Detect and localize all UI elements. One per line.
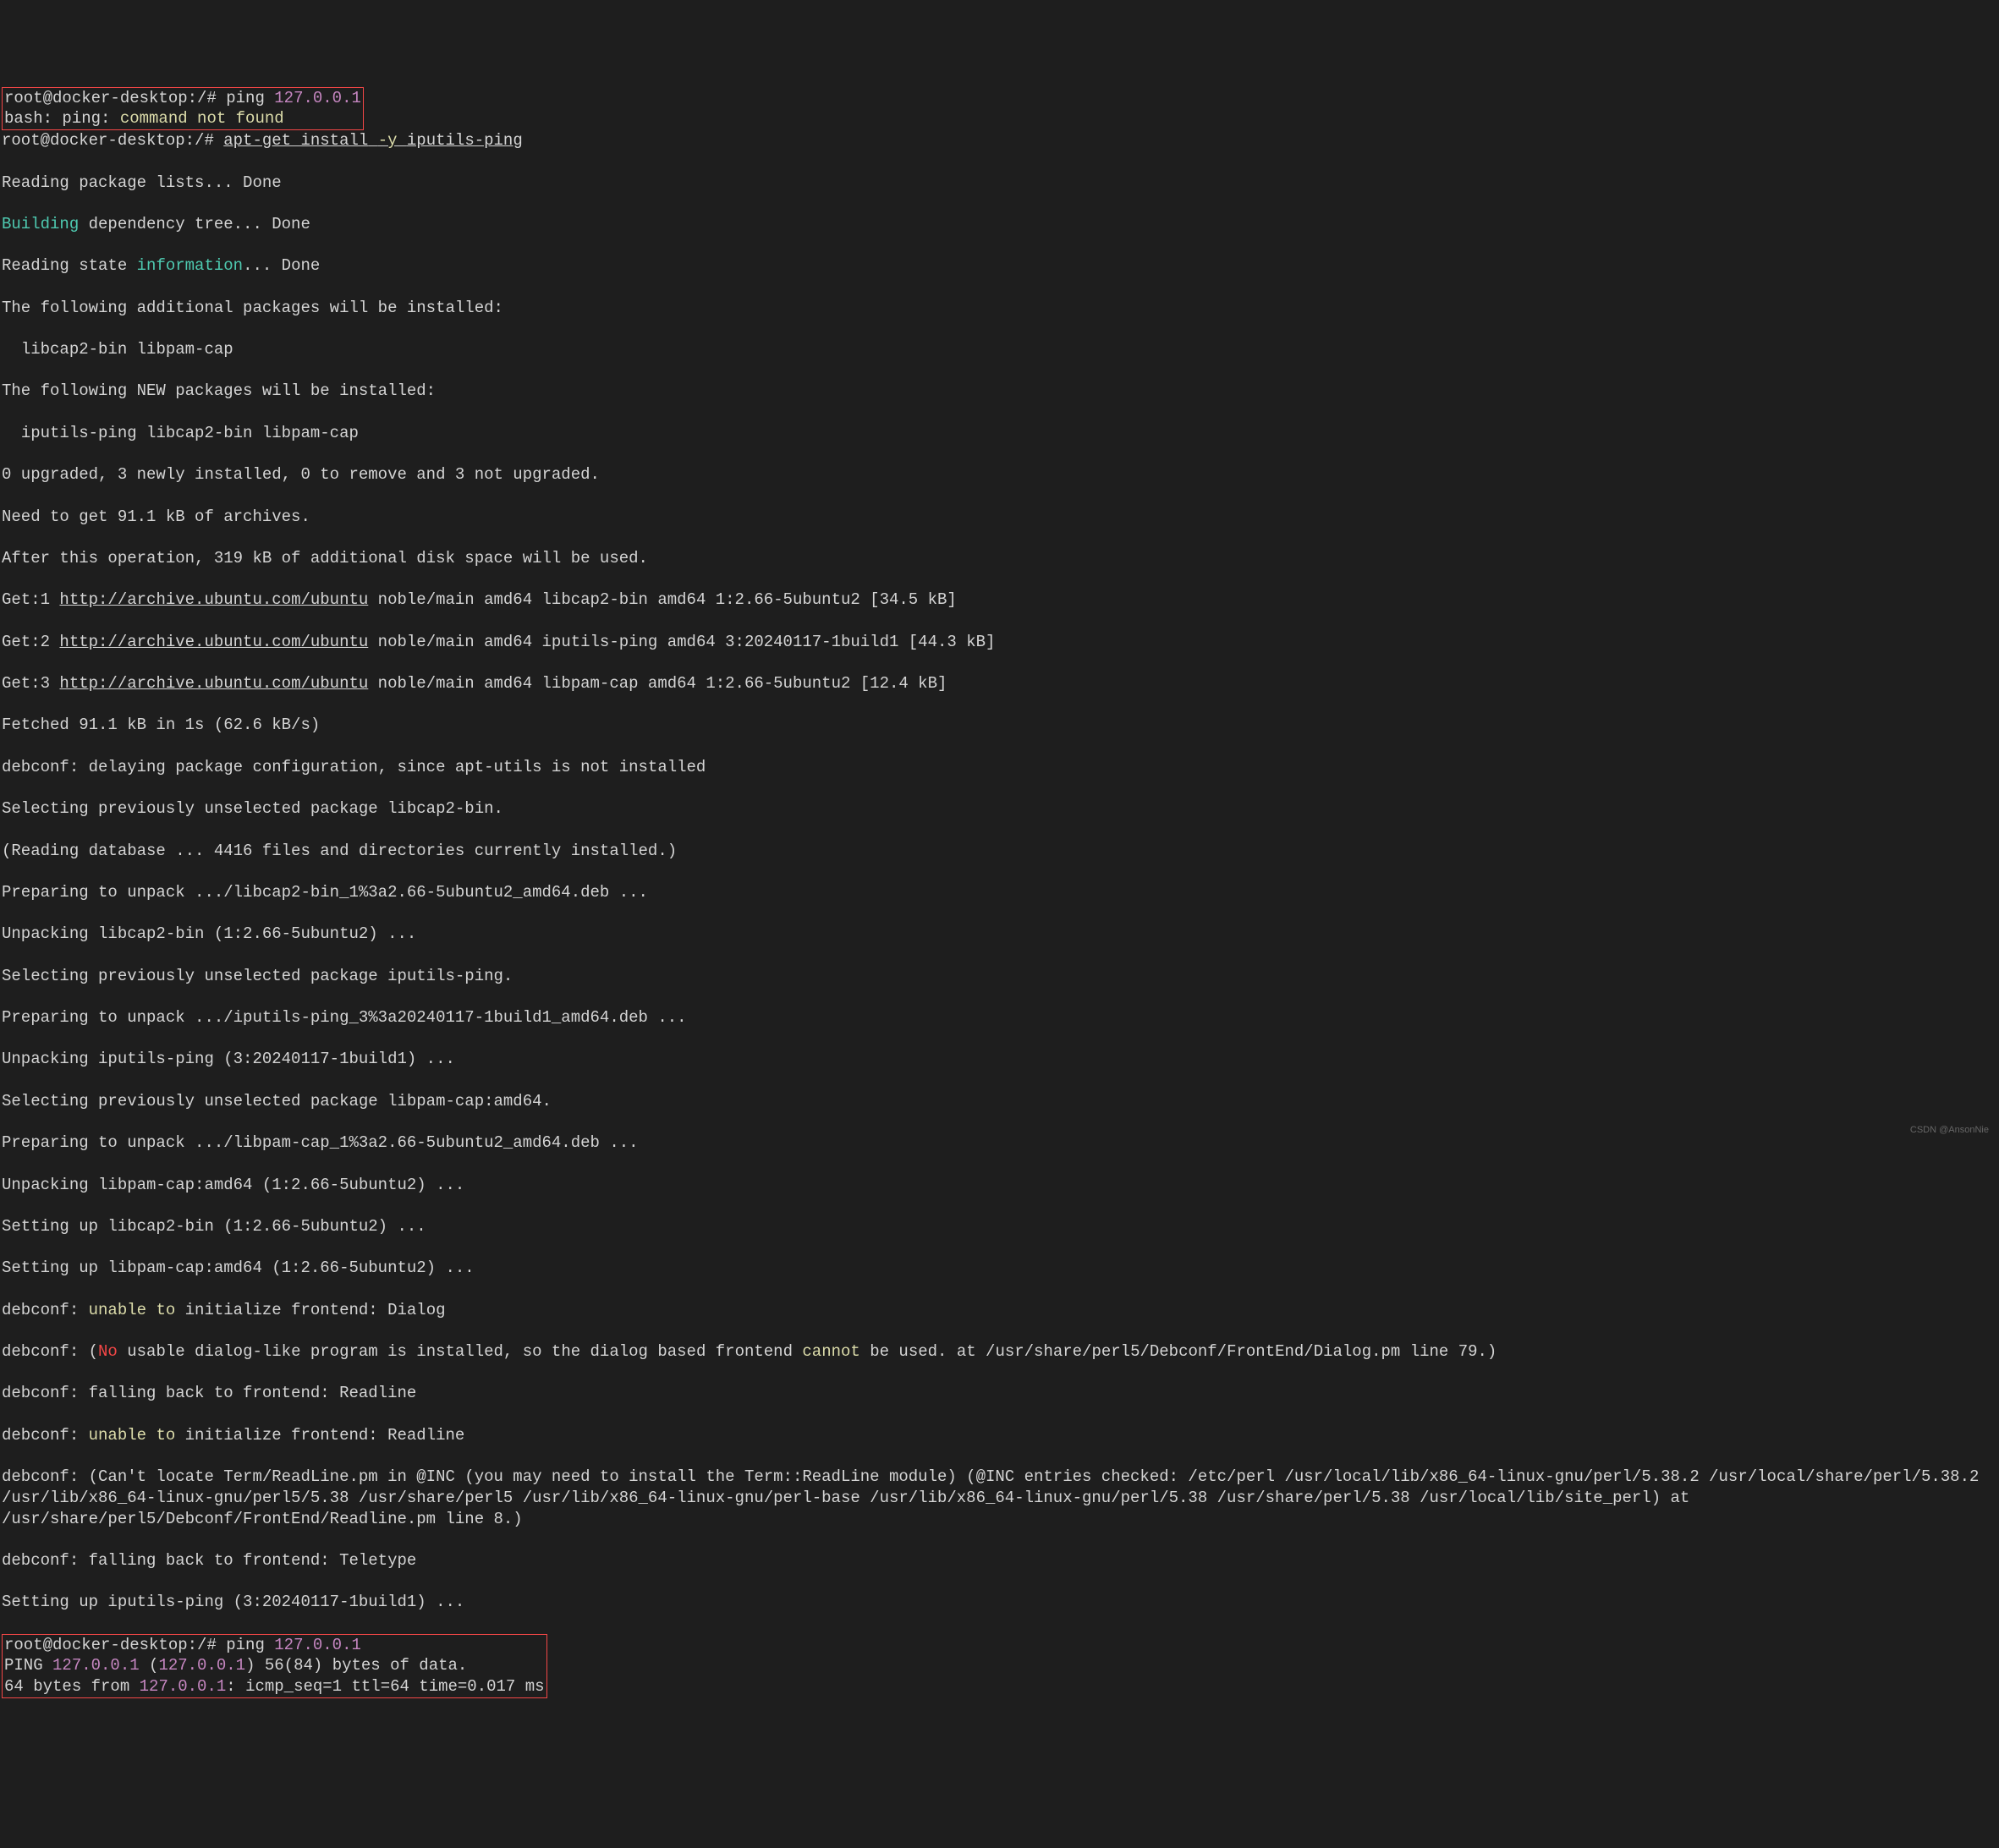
url-link[interactable]: http://archive.ubuntu.com/ubuntu <box>59 633 368 651</box>
output-line: iputils-ping libcap2-bin libpam-cap <box>2 423 1997 444</box>
highlighted-block-1: root@docker-desktop:/# ping 127.0.0.1 bas… <box>2 87 364 130</box>
command: ping <box>226 89 265 107</box>
output-line: Preparing to unpack .../iputils-ping_3%3… <box>2 1007 1997 1028</box>
output-line: Selecting previously unselected package … <box>2 966 1997 987</box>
output-line: Preparing to unpack .../libpam-cap_1%3a2… <box>2 1132 1997 1154</box>
output-line: debconf: falling back to frontend: Telet… <box>2 1550 1997 1571</box>
url-link[interactable]: http://archive.ubuntu.com/ubuntu <box>59 674 368 693</box>
output-line: Unpacking libpam-cap:amd64 (1:2.66-5ubun… <box>2 1175 1997 1196</box>
output-line: (Reading database ... 4416 files and dir… <box>2 841 1997 862</box>
output-line: debconf: delaying package configuration,… <box>2 757 1997 778</box>
output-line: debconf: unable to initialize frontend: … <box>2 1425 1997 1446</box>
output-line: Building dependency tree... Done <box>2 214 1997 235</box>
output-line: debconf: unable to initialize frontend: … <box>2 1300 1997 1321</box>
watermark: CSDN @AnsonNie <box>1910 1124 1989 1136</box>
output-line: Setting up libpam-cap:amd64 (1:2.66-5ubu… <box>2 1258 1997 1279</box>
output-line: Need to get 91.1 kB of archives. <box>2 507 1997 528</box>
output-line: Get:3 http://archive.ubuntu.com/ubuntu n… <box>2 673 1997 694</box>
ip-address: 127.0.0.1 <box>274 89 361 107</box>
output-line: debconf: (Can't locate Term/ReadLine.pm … <box>2 1467 1997 1529</box>
output-line: Setting up iputils-ping (3:20240117-1bui… <box>2 1592 1997 1613</box>
output-line: debconf: falling back to frontend: Readl… <box>2 1383 1997 1404</box>
output-line: 0 upgraded, 3 newly installed, 0 to remo… <box>2 464 1997 485</box>
prompt: root@docker-desktop:/# <box>4 89 217 107</box>
output-line: Reading state information... Done <box>2 255 1997 277</box>
command-line-2: root@docker-desktop:/# apt-get install -… <box>2 130 1997 151</box>
output-line: Get:1 http://archive.ubuntu.com/ubuntu n… <box>2 589 1997 611</box>
output-line: Selecting previously unselected package … <box>2 1091 1997 1112</box>
output-line: Unpacking iputils-ping (3:20240117-1buil… <box>2 1049 1997 1070</box>
output-line: Get:2 http://archive.ubuntu.com/ubuntu n… <box>2 632 1997 653</box>
output-line: libcap2-bin libpam-cap <box>2 339 1997 360</box>
output-line: After this operation, 319 kB of addition… <box>2 548 1997 569</box>
apt-command: apt-get install -y iputils-ping <box>223 131 522 150</box>
terminal-output[interactable]: root@docker-desktop:/# ping 127.0.0.1 bas… <box>2 87 1997 1698</box>
ip-address: 127.0.0.1 <box>274 1636 361 1654</box>
output-line: The following NEW packages will be insta… <box>2 381 1997 402</box>
command: ping <box>226 1636 265 1654</box>
output-line: Setting up libcap2-bin (1:2.66-5ubuntu2)… <box>2 1216 1997 1237</box>
output-line: debconf: (No usable dialog-like program … <box>2 1341 1997 1363</box>
error-prefix: bash: ping: <box>4 109 110 128</box>
error-message: command not found <box>120 109 284 128</box>
output-line: Selecting previously unselected package … <box>2 798 1997 820</box>
prompt: root@docker-desktop:/# <box>4 1636 217 1654</box>
highlighted-block-2: root@docker-desktop:/# ping 127.0.0.1PIN… <box>2 1634 547 1698</box>
output-line: Reading package lists... Done <box>2 173 1997 194</box>
output-line: Fetched 91.1 kB in 1s (62.6 kB/s) <box>2 715 1997 736</box>
output-line: Preparing to unpack .../libcap2-bin_1%3a… <box>2 882 1997 903</box>
url-link[interactable]: http://archive.ubuntu.com/ubuntu <box>59 590 368 609</box>
output-line: Unpacking libcap2-bin (1:2.66-5ubuntu2) … <box>2 924 1997 945</box>
prompt: root@docker-desktop:/# <box>2 131 214 150</box>
output-line: The following additional packages will b… <box>2 298 1997 319</box>
